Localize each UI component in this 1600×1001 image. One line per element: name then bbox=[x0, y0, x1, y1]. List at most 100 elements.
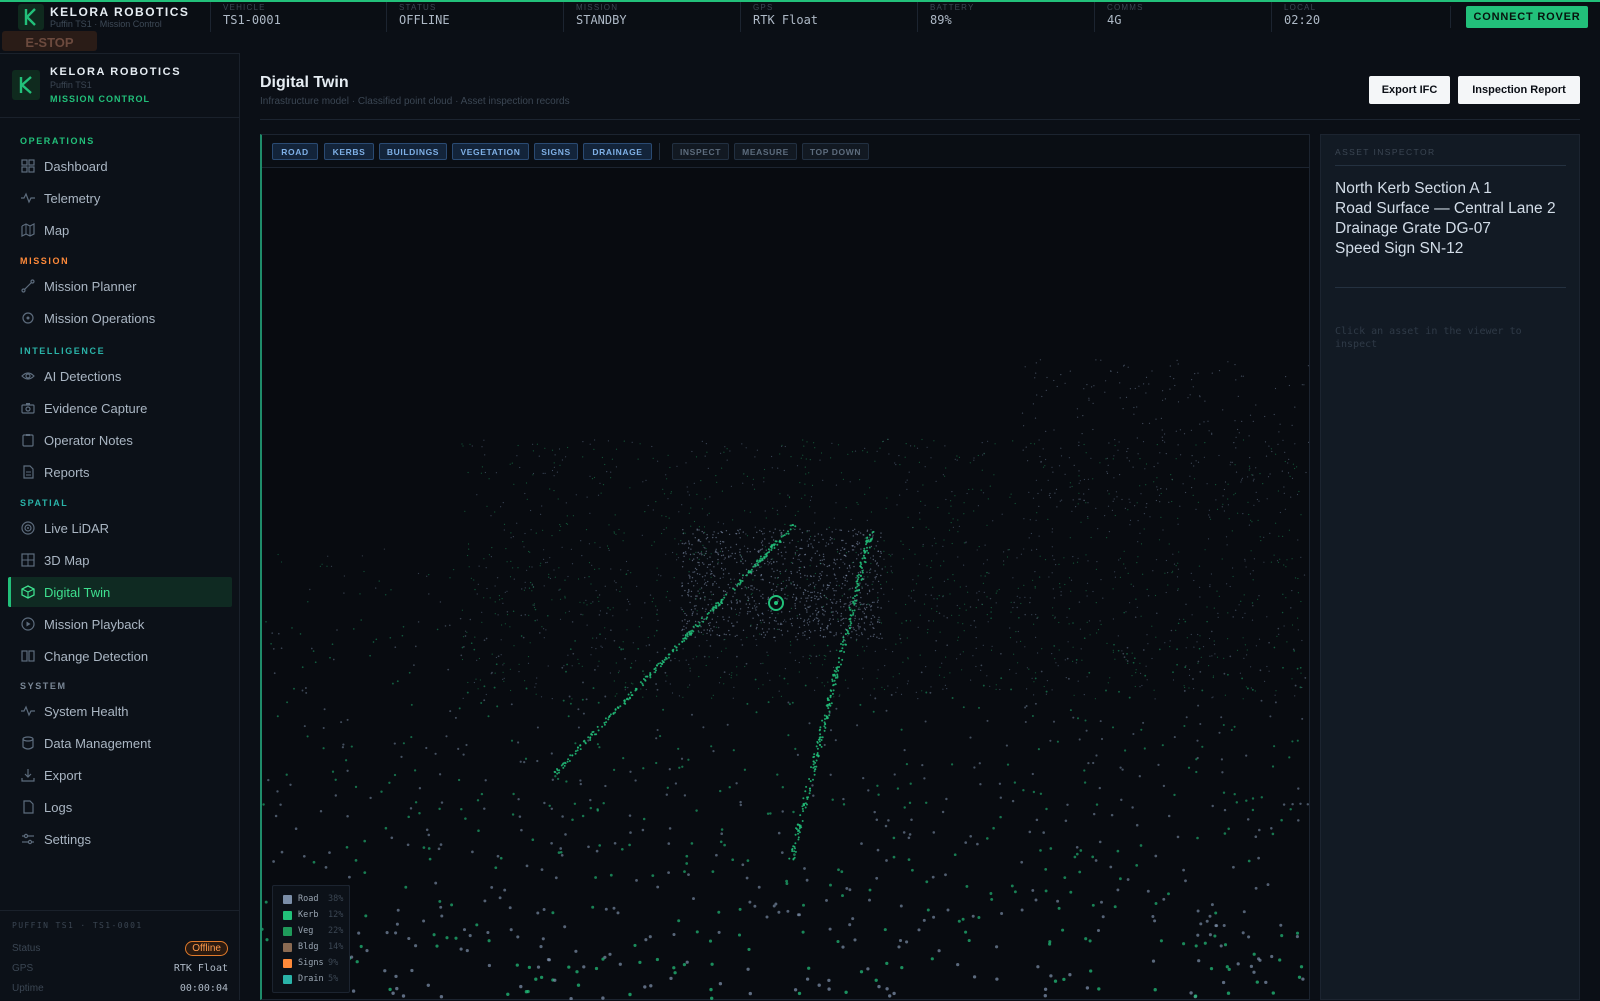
lidar-point bbox=[861, 569, 864, 572]
connect-rover-button[interactable]: CONNECT ROVER bbox=[1466, 6, 1588, 28]
lidar-point bbox=[509, 576, 512, 578]
sidebar-item-settings[interactable]: Settings bbox=[8, 824, 232, 854]
lidar-point bbox=[769, 561, 772, 563]
layer-toggle-road[interactable]: ROAD bbox=[272, 143, 318, 160]
lidar-point bbox=[859, 561, 862, 564]
lidar-point bbox=[1072, 499, 1074, 501]
lidar-point bbox=[1153, 481, 1155, 483]
grid-icon bbox=[21, 159, 35, 173]
lidar-point bbox=[1023, 584, 1025, 586]
sidebar-item-telemetry[interactable]: Telemetry bbox=[8, 183, 232, 213]
lidar-point bbox=[1064, 382, 1066, 384]
lidar-point bbox=[823, 714, 826, 717]
sidebar-item-evidence-capture[interactable]: Evidence Capture bbox=[8, 393, 232, 423]
lidar-point bbox=[792, 593, 795, 596]
rover-position-marker[interactable] bbox=[768, 595, 784, 611]
lidar-point bbox=[845, 643, 847, 646]
lidar-point bbox=[945, 467, 947, 469]
sidebar-item-label: Logs bbox=[44, 800, 73, 815]
layer-toggle-signs[interactable]: SIGNS bbox=[534, 143, 578, 160]
sidebar-item-live-lidar[interactable]: Live LiDAR bbox=[8, 513, 232, 543]
sidebar-item-change-detection[interactable]: Change Detection bbox=[8, 641, 232, 671]
estop-button[interactable]: E-STOP bbox=[2, 31, 97, 51]
lidar-point bbox=[957, 636, 960, 638]
lidar-point bbox=[1209, 585, 1211, 588]
lidar-point bbox=[484, 779, 487, 782]
lidar-point bbox=[735, 613, 738, 615]
lidar-point bbox=[817, 617, 819, 620]
lidar-point bbox=[659, 735, 662, 738]
lidar-point bbox=[993, 474, 995, 476]
lidar-point bbox=[598, 568, 600, 570]
tool-inspect[interactable]: INSPECT bbox=[672, 143, 729, 160]
sidebar-item-digital-twin[interactable]: Digital Twin bbox=[8, 577, 232, 607]
lidar-point bbox=[1069, 486, 1071, 488]
lidar-point bbox=[1052, 614, 1054, 616]
tool-measure[interactable]: MEASURE bbox=[734, 143, 797, 160]
lidar-point bbox=[1244, 644, 1246, 646]
lidar-point bbox=[834, 739, 837, 742]
layer-toggle-kerbs[interactable]: KERBS bbox=[324, 143, 374, 160]
sidebar-item-system-health[interactable]: System Health bbox=[8, 696, 232, 726]
lidar-point bbox=[540, 562, 542, 564]
lidar-point bbox=[530, 509, 532, 512]
lidar-point bbox=[663, 528, 665, 531]
sidebar-item-mission-planner[interactable]: Mission Planner bbox=[8, 271, 232, 301]
point-cloud-canvas[interactable] bbox=[262, 169, 1309, 1000]
lidar-point bbox=[957, 639, 959, 641]
asset-item[interactable]: Road Surface — Central Lane 2 bbox=[1335, 199, 1570, 219]
lidar-point bbox=[754, 678, 757, 681]
lidar-point bbox=[1045, 690, 1048, 693]
sidebar-item-operator-notes[interactable]: Operator Notes bbox=[8, 425, 232, 455]
lidar-point bbox=[1235, 471, 1238, 473]
inspection-report-button[interactable]: Inspection Report bbox=[1458, 76, 1580, 104]
lidar-point bbox=[772, 507, 774, 509]
lidar-point bbox=[1032, 403, 1034, 405]
sidebar-item-map[interactable]: Map bbox=[8, 215, 232, 245]
lidar-point bbox=[1078, 441, 1080, 443]
lidar-point bbox=[1033, 443, 1036, 445]
lidar-point bbox=[1040, 460, 1042, 463]
lidar-point bbox=[1154, 594, 1157, 597]
lidar-point bbox=[1009, 637, 1012, 639]
sidebar-item-reports[interactable]: Reports bbox=[8, 457, 232, 487]
asset-item[interactable]: North Kerb Section A 1 bbox=[1335, 179, 1570, 199]
lidar-point bbox=[1177, 523, 1179, 525]
lidar-point bbox=[840, 663, 842, 666]
sidebar-item-mission-playback[interactable]: Mission Playback bbox=[8, 609, 232, 639]
asset-item[interactable]: Drainage Grate DG-07 bbox=[1335, 219, 1570, 239]
lidar-point bbox=[896, 504, 898, 506]
sidebar-item-export[interactable]: Export bbox=[8, 760, 232, 790]
sidebar-item-ai-detections[interactable]: AI Detections bbox=[8, 361, 232, 391]
lidar-point bbox=[785, 579, 787, 581]
sidebar-item-3d-map[interactable]: 3D Map bbox=[8, 545, 232, 575]
lidar-point bbox=[613, 841, 617, 845]
layer-toggle-vegetation[interactable]: VEGETATION bbox=[452, 143, 529, 160]
sidebar-item-dashboard[interactable]: Dashboard bbox=[8, 151, 232, 181]
sidebar-item-logs[interactable]: Logs bbox=[8, 792, 232, 822]
lidar-point bbox=[532, 450, 534, 452]
sidebar-item-mission-operations[interactable]: Mission Operations bbox=[8, 303, 232, 333]
lidar-point bbox=[483, 899, 487, 903]
lidar-point bbox=[1044, 465, 1046, 467]
lidar-point bbox=[761, 544, 764, 546]
lidar-point bbox=[701, 562, 704, 564]
layer-toggle-drainage[interactable]: DRAINAGE bbox=[583, 143, 652, 160]
sidebar-item-data-management[interactable]: Data Management bbox=[8, 728, 232, 758]
lidar-point bbox=[597, 729, 600, 732]
export-ifc-button[interactable]: Export IFC bbox=[1369, 76, 1450, 104]
lidar-point bbox=[516, 455, 518, 457]
lidar-point bbox=[1176, 663, 1178, 666]
tool-top-down[interactable]: TOP DOWN bbox=[802, 143, 869, 160]
lidar-point bbox=[628, 601, 630, 603]
lidar-point bbox=[285, 773, 288, 776]
asset-item[interactable]: Speed Sign SN-12 bbox=[1335, 239, 1570, 259]
digital-twin-viewer[interactable]: ROAD KERBS BUILDINGS VEGETATION SIGNS DR… bbox=[260, 134, 1310, 1000]
lidar-point bbox=[1109, 865, 1113, 869]
lidar-point bbox=[394, 931, 398, 935]
lidar-point bbox=[1071, 510, 1073, 512]
lidar-point bbox=[306, 735, 309, 738]
lidar-point bbox=[457, 747, 460, 750]
layer-toggle-buildings[interactable]: BUILDINGS bbox=[379, 143, 447, 160]
lidar-point bbox=[821, 623, 823, 625]
